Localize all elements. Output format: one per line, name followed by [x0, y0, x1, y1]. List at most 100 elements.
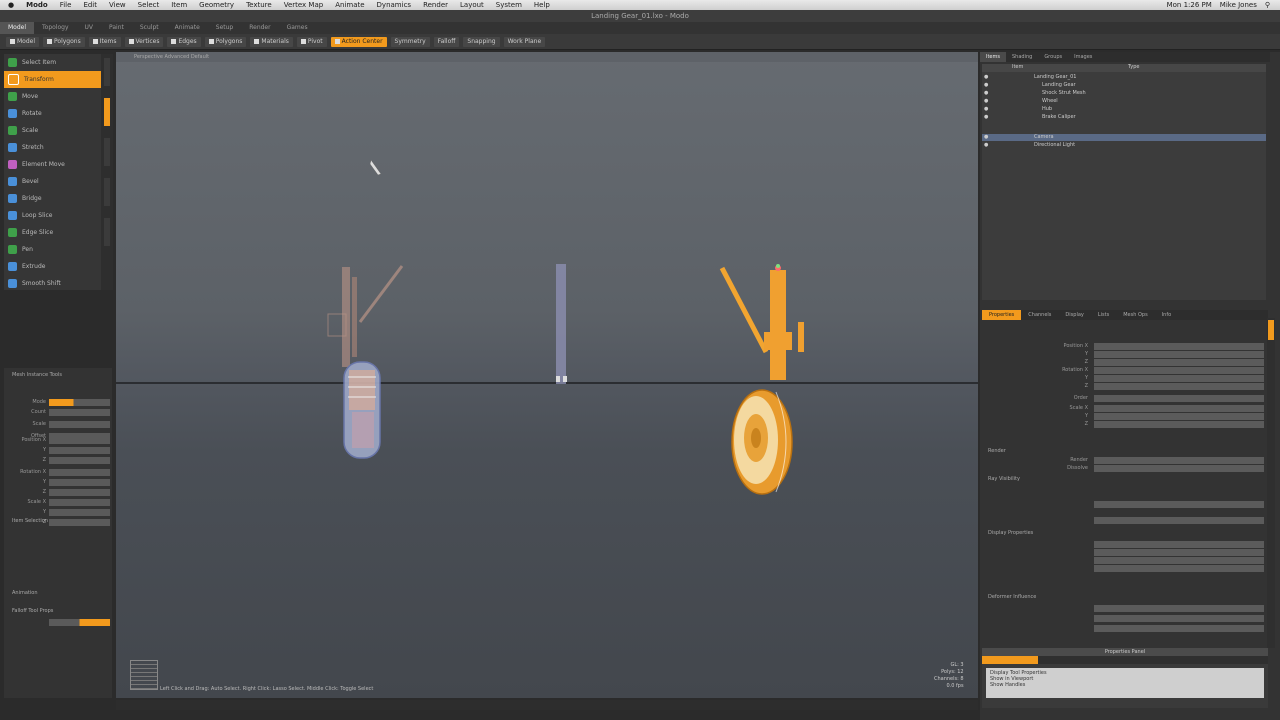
- menu-item-dynamics[interactable]: Dynamics: [377, 1, 412, 9]
- prop-ray-2[interactable]: [988, 516, 1264, 524]
- tool-transform[interactable]: Transform: [4, 71, 101, 88]
- prop-dissolve[interactable]: Dissolve: [988, 464, 1264, 472]
- prop-position-x[interactable]: Position X: [988, 342, 1264, 350]
- prop-field[interactable]: [49, 488, 110, 496]
- list-item[interactable]: ● Wheel: [982, 98, 1266, 105]
- tool-element-move[interactable]: Element Move: [4, 156, 101, 173]
- menu-item-system[interactable]: System: [496, 1, 522, 9]
- tool-scale[interactable]: Scale: [4, 122, 101, 139]
- tab-animate[interactable]: Animate: [167, 22, 208, 34]
- tab-display[interactable]: Display: [1058, 310, 1090, 320]
- prop-field[interactable]: [1094, 420, 1264, 428]
- prop-pos-z[interactable]: Z: [8, 456, 110, 464]
- menu-item-vertex-map[interactable]: Vertex Map: [284, 1, 324, 9]
- prop-pos-x[interactable]: Position X: [8, 436, 110, 444]
- prop-position-y[interactable]: Y: [988, 350, 1264, 358]
- tab-images[interactable]: Images: [1068, 52, 1098, 62]
- tool-select-item[interactable]: Select Item: [4, 54, 101, 71]
- prop-deformer-2[interactable]: [988, 614, 1264, 622]
- prop-field[interactable]: [49, 446, 110, 454]
- toolbar-falloff-button[interactable]: Falloff: [433, 36, 460, 47]
- prop-deformer-3[interactable]: [988, 624, 1264, 632]
- prop-field[interactable]: [1094, 516, 1264, 524]
- toolbar-action-center-button[interactable]: Action Center: [330, 36, 387, 47]
- tab-render[interactable]: Render: [241, 22, 278, 34]
- prop-scale-x[interactable]: Scale X: [8, 498, 110, 506]
- prop-field[interactable]: [1094, 358, 1264, 366]
- toolbar-items-button[interactable]: Items: [88, 36, 121, 47]
- toolbar-polygons-mode-button[interactable]: Polygons: [43, 36, 85, 47]
- prop-falloff-slider[interactable]: [8, 618, 110, 626]
- prop-scale-z[interactable]: Z: [988, 420, 1264, 428]
- side-tab-duplicate[interactable]: [104, 178, 110, 206]
- prop-field[interactable]: [1094, 366, 1264, 374]
- eye-icon[interactable]: ●: [984, 90, 988, 96]
- menu-item-help[interactable]: Help: [534, 1, 550, 9]
- prop-pos-y[interactable]: Y: [8, 446, 110, 454]
- toolbar-materials-button[interactable]: Materials: [250, 36, 293, 47]
- prop-ray-1[interactable]: [988, 500, 1264, 508]
- prop-count[interactable]: Count: [8, 408, 110, 416]
- prop-field[interactable]: [49, 468, 110, 476]
- prop-field[interactable]: [1094, 500, 1264, 508]
- prop-rot-z[interactable]: Z: [8, 488, 110, 496]
- prop-field[interactable]: [1094, 394, 1264, 402]
- prop-field[interactable]: [1094, 556, 1264, 564]
- list-item-selected[interactable]: ● Camera: [982, 134, 1266, 141]
- menu-item-modo[interactable]: Modo: [26, 1, 48, 9]
- prop-rotation-y[interactable]: Y: [988, 374, 1264, 382]
- menu-item-edit[interactable]: Edit: [83, 1, 97, 9]
- tool-bevel[interactable]: Bevel: [4, 173, 101, 190]
- menu-item-layout[interactable]: Layout: [460, 1, 484, 9]
- tab-items[interactable]: Items: [980, 52, 1006, 62]
- tool-loop-slice[interactable]: Loop Slice: [4, 207, 101, 224]
- prop-field[interactable]: [1094, 374, 1264, 382]
- menu-item-view[interactable]: View: [109, 1, 126, 9]
- eye-icon[interactable]: ●: [984, 142, 988, 148]
- tool-properties-tab-active[interactable]: [982, 656, 1038, 664]
- toolbar-pivot-button[interactable]: Pivot: [296, 36, 327, 47]
- tool-pen[interactable]: Pen: [4, 241, 101, 258]
- eye-icon[interactable]: ●: [984, 82, 988, 88]
- tab-setup[interactable]: Setup: [208, 22, 241, 34]
- prop-rotation-x[interactable]: Rotation X: [988, 366, 1264, 374]
- eye-icon[interactable]: ●: [984, 98, 988, 104]
- properties-scrollbar[interactable]: [1267, 318, 1275, 648]
- viewport-nav-widget[interactable]: [130, 660, 158, 690]
- menu-item-select[interactable]: Select: [138, 1, 160, 9]
- prop-field[interactable]: [1094, 412, 1264, 420]
- prop-field[interactable]: [49, 478, 110, 486]
- tab-uv[interactable]: UV: [77, 22, 102, 34]
- item-list[interactable]: Item Type ● Landing Gear_01 ● Landing Gear…: [982, 64, 1266, 300]
- tool-move[interactable]: Move: [4, 88, 101, 105]
- prop-field[interactable]: [1094, 540, 1264, 548]
- tool-edge-slice[interactable]: Edge Slice: [4, 224, 101, 241]
- tab-topology[interactable]: Topology: [34, 22, 77, 34]
- prop-field[interactable]: [1094, 624, 1264, 632]
- side-tab-active[interactable]: [104, 98, 110, 126]
- side-tab-basic[interactable]: [104, 58, 110, 86]
- apple-menu-icon[interactable]: ●: [8, 1, 14, 9]
- user-name[interactable]: Mike Jones: [1220, 1, 1257, 9]
- prop-field[interactable]: [1094, 456, 1264, 464]
- tab-mesh-ops[interactable]: Mesh Ops: [1116, 310, 1154, 320]
- prop-position-z[interactable]: Z: [988, 358, 1264, 366]
- prop-display-2[interactable]: [988, 548, 1264, 556]
- prop-scale-y[interactable]: Y: [988, 412, 1264, 420]
- prop-scale[interactable]: Scale: [8, 420, 110, 428]
- tab-shading[interactable]: Shading: [1006, 52, 1038, 62]
- prop-field[interactable]: [1094, 350, 1264, 358]
- center-strut[interactable]: [556, 264, 567, 384]
- prop-field[interactable]: [49, 498, 110, 506]
- menu-item-render[interactable]: Render: [423, 1, 448, 9]
- prop-field[interactable]: [49, 508, 110, 516]
- prop-rot-x[interactable]: Rotation X: [8, 468, 110, 476]
- prop-field[interactable]: [49, 456, 110, 464]
- prop-field[interactable]: [1094, 564, 1264, 572]
- prop-field[interactable]: [1094, 382, 1264, 390]
- menu-item-geometry[interactable]: Geometry: [199, 1, 234, 9]
- toolbar-edges-button[interactable]: Edges: [167, 36, 201, 47]
- prop-field[interactable]: [49, 518, 110, 526]
- tab-channels[interactable]: Channels: [1021, 310, 1058, 320]
- prop-field[interactable]: [49, 618, 110, 626]
